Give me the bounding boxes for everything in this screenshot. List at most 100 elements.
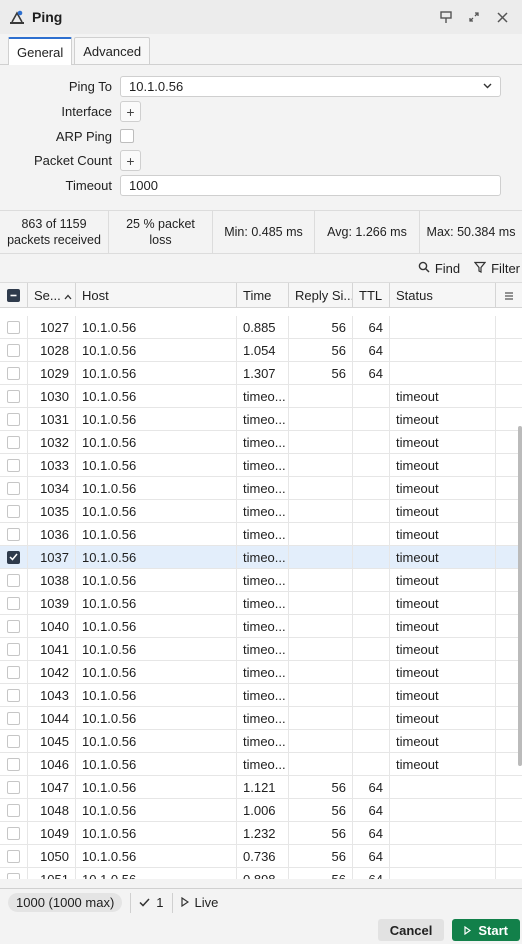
timeout-input[interactable]: 1000 (120, 175, 501, 196)
row-checkbox[interactable] (0, 385, 28, 407)
row-checkbox[interactable] (0, 845, 28, 867)
table-row[interactable]: 1032 10.1.0.56 timeo... timeout (0, 431, 522, 454)
filter-button[interactable]: Filter (473, 261, 520, 276)
table-row[interactable]: 1036 10.1.0.56 timeo... timeout (0, 523, 522, 546)
find-button[interactable]: Find (418, 261, 460, 276)
column-header-reply-size[interactable]: Reply Si... (289, 283, 353, 308)
table-row[interactable]: 1033 10.1.0.56 timeo... timeout (0, 454, 522, 477)
row-checkbox[interactable] (0, 523, 28, 545)
table-scrollbar[interactable] (518, 426, 522, 766)
cell-time: timeo... (237, 523, 289, 545)
cell-filler (496, 822, 516, 844)
table-row[interactable]: 1028 10.1.0.56 1.054 56 64 (0, 339, 522, 362)
row-checkbox[interactable] (0, 776, 28, 798)
table-row[interactable]: 1049 10.1.0.56 1.232 56 64 (0, 822, 522, 845)
row-limit-badge[interactable]: 1000 (1000 max) (8, 893, 123, 912)
play-icon (464, 923, 472, 938)
pin-icon[interactable] (434, 5, 458, 29)
cell-reply-size (289, 431, 353, 453)
cell-seq: 1046 (28, 753, 76, 775)
cell-ttl (353, 500, 390, 522)
cell-ttl (353, 592, 390, 614)
close-icon[interactable] (490, 5, 514, 29)
row-checkbox[interactable] (0, 569, 28, 591)
column-header-host[interactable]: Host (76, 283, 237, 308)
row-checkbox[interactable] (0, 316, 28, 338)
row-checkbox[interactable] (0, 730, 28, 752)
table-row[interactable]: 1051 10.1.0.56 0.898 56 64 (0, 868, 522, 879)
table-row[interactable]: 1044 10.1.0.56 timeo... timeout (0, 707, 522, 730)
row-checkbox[interactable] (0, 753, 28, 775)
row-checkbox[interactable] (0, 500, 28, 522)
table-row[interactable]: 1047 10.1.0.56 1.121 56 64 (0, 776, 522, 799)
start-button[interactable]: Start (452, 919, 520, 941)
table-row[interactable]: 1050 10.1.0.56 0.736 56 64 (0, 845, 522, 868)
table-row[interactable]: 1038 10.1.0.56 timeo... timeout (0, 569, 522, 592)
row-checkbox[interactable] (0, 638, 28, 660)
table-row[interactable]: 1042 10.1.0.56 timeo... timeout (0, 661, 522, 684)
filter-label: Filter (491, 261, 520, 276)
row-checkbox[interactable] (0, 408, 28, 430)
cell-ttl (353, 638, 390, 660)
row-checkbox[interactable] (0, 615, 28, 637)
cell-filler (496, 431, 516, 453)
ping-to-select[interactable]: 10.1.0.56 (120, 76, 501, 97)
column-header-seq[interactable]: Se... (28, 283, 76, 308)
row-checkbox[interactable] (0, 684, 28, 706)
table-row[interactable]: 1029 10.1.0.56 1.307 56 64 (0, 362, 522, 385)
cell-filler (496, 523, 516, 545)
table-row[interactable]: 1031 10.1.0.56 timeo... timeout (0, 408, 522, 431)
cell-time: timeo... (237, 385, 289, 407)
row-checkbox[interactable] (0, 477, 28, 499)
restore-icon[interactable] (462, 5, 486, 29)
column-menu-icon[interactable] (496, 283, 516, 308)
row-checkbox[interactable] (0, 592, 28, 614)
table-row[interactable]: 1048 10.1.0.56 1.006 56 64 (0, 799, 522, 822)
live-toggle[interactable]: Live (180, 895, 218, 910)
row-checkbox[interactable] (0, 454, 28, 476)
row-checkbox[interactable] (0, 707, 28, 729)
plus-icon: + (126, 103, 135, 120)
cell-ttl (353, 523, 390, 545)
row-checkbox[interactable] (0, 431, 28, 453)
row-checkbox[interactable] (0, 799, 28, 821)
column-header-ttl[interactable]: TTL (353, 283, 390, 308)
table-row[interactable]: 1043 10.1.0.56 timeo... timeout (0, 684, 522, 707)
table-header: Se... Host Time Reply Si... TTL Status (0, 283, 522, 308)
cell-reply-size (289, 615, 353, 637)
row-checkbox[interactable] (0, 546, 28, 568)
tab-general[interactable]: General (8, 37, 73, 65)
search-icon (418, 261, 435, 276)
table-row[interactable]: 1046 10.1.0.56 timeo... timeout (0, 753, 522, 776)
row-checkbox[interactable] (0, 362, 28, 384)
cell-status: timeout (390, 569, 496, 591)
cancel-button[interactable]: Cancel (377, 919, 445, 941)
select-all-checkbox[interactable] (0, 283, 28, 308)
table-row[interactable]: 1034 10.1.0.56 timeo... timeout (0, 477, 522, 500)
table-row[interactable]: 1045 10.1.0.56 timeo... timeout (0, 730, 522, 753)
add-packet-count-button[interactable]: + (120, 150, 141, 171)
add-interface-button[interactable]: + (120, 101, 141, 122)
cell-reply-size (289, 753, 353, 775)
row-checkbox[interactable] (0, 339, 28, 361)
column-header-status[interactable]: Status (390, 283, 496, 308)
packet-count-label: Packet Count (33, 153, 112, 168)
arp-ping-checkbox[interactable] (120, 129, 134, 143)
column-header-time[interactable]: Time (237, 283, 289, 308)
row-checkbox[interactable] (0, 661, 28, 683)
table-row[interactable]: 1027 10.1.0.56 0.885 56 64 (0, 316, 522, 339)
table-row[interactable]: 1039 10.1.0.56 timeo... timeout (0, 592, 522, 615)
table-row[interactable]: 1041 10.1.0.56 timeo... timeout (0, 638, 522, 661)
row-checkbox[interactable] (0, 822, 28, 844)
table-row[interactable]: 1035 10.1.0.56 timeo... timeout (0, 500, 522, 523)
cell-reply-size (289, 569, 353, 591)
cell-seq: 1036 (28, 523, 76, 545)
arp-ping-row: ARP Ping (0, 126, 522, 148)
table-body: 1027 10.1.0.56 0.885 56 64 1028 10.1.0.56 1.054… (0, 316, 522, 879)
table-row[interactable]: 1030 10.1.0.56 timeo... timeout (0, 385, 522, 408)
cell-filler (496, 362, 516, 384)
table-row[interactable]: 1037 10.1.0.56 timeo... timeout (0, 546, 522, 569)
tab-advanced[interactable]: Advanced (74, 37, 151, 64)
table-row[interactable]: 1040 10.1.0.56 timeo... timeout (0, 615, 522, 638)
row-checkbox[interactable] (0, 868, 28, 879)
